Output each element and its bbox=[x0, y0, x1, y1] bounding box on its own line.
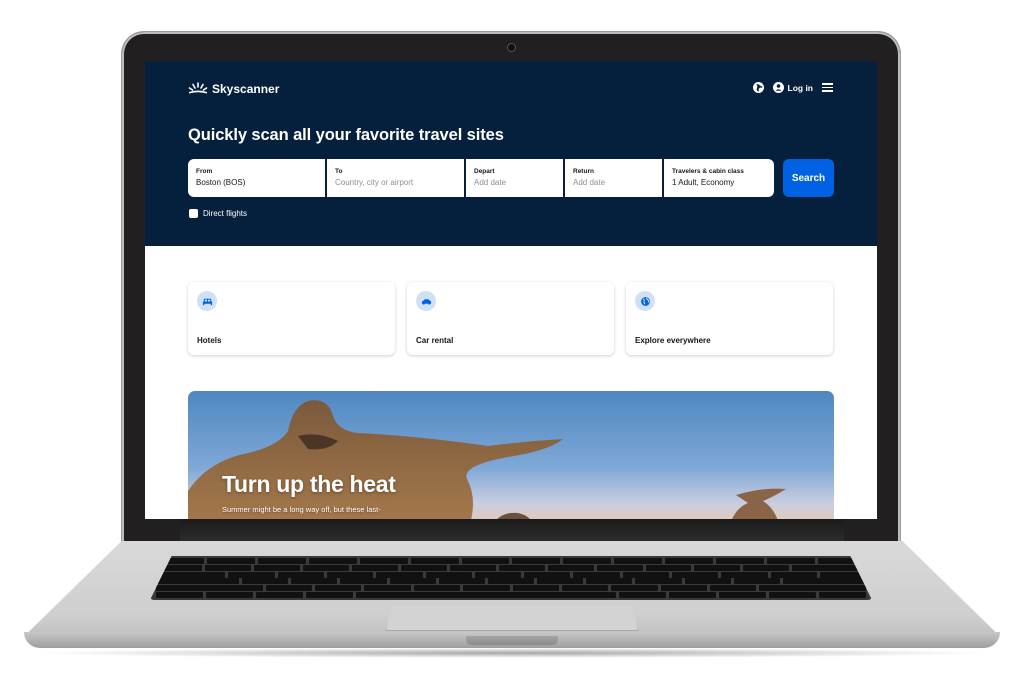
browser-screen: Skyscanner Log in Quickly scan all your … bbox=[145, 61, 877, 519]
trackpad bbox=[386, 606, 638, 631]
login-button[interactable]: Log in bbox=[772, 82, 814, 93]
return-date-field[interactable]: Return Add date bbox=[565, 159, 662, 197]
depart-date-field[interactable]: Depart Add date bbox=[466, 159, 563, 197]
travelers-cabin-field[interactable]: Travelers & cabin class 1 Adult, Economy bbox=[664, 159, 774, 197]
keyboard-row bbox=[150, 585, 872, 592]
sunrise-logo-icon bbox=[188, 82, 208, 94]
promo-subtitle: Summer might be a long way off, but thes… bbox=[222, 505, 381, 514]
return-placeholder: Add date bbox=[573, 178, 606, 187]
promo-title: Turn up the heat bbox=[222, 471, 396, 497]
keyboard-row bbox=[150, 578, 872, 585]
card-label: Hotels bbox=[197, 336, 222, 345]
from-label: From bbox=[196, 168, 213, 175]
depart-label: Depart bbox=[474, 168, 495, 175]
laptop-notch bbox=[466, 636, 558, 645]
card-label: Explore everywhere bbox=[635, 336, 711, 345]
bed-icon bbox=[197, 291, 217, 311]
from-value: Boston (BOS) bbox=[196, 178, 246, 187]
header-actions: Log in bbox=[752, 82, 833, 93]
product-cards: Hotels Car rental Explore everywhere bbox=[188, 282, 833, 355]
brand-logo[interactable]: Skyscanner bbox=[188, 82, 279, 96]
laptop-shadow bbox=[30, 648, 994, 658]
card-explore-everywhere[interactable]: Explore everywhere bbox=[626, 282, 833, 355]
hamburger-menu-icon[interactable] bbox=[822, 83, 833, 92]
flight-search-form: From Boston (BOS) To Country, city or ai… bbox=[188, 159, 774, 197]
page-headline: Quickly scan all your favorite travel si… bbox=[188, 126, 504, 144]
from-field[interactable]: From Boston (BOS) bbox=[188, 159, 325, 197]
keyboard-row bbox=[150, 564, 872, 571]
car-icon bbox=[416, 291, 436, 311]
keyboard bbox=[150, 556, 872, 600]
webcam bbox=[507, 43, 516, 52]
card-hotels[interactable]: Hotels bbox=[188, 282, 395, 355]
globe-icon bbox=[635, 291, 655, 311]
hoodoo-rock-photo bbox=[188, 400, 786, 519]
to-label: To bbox=[335, 168, 343, 175]
keyboard-row bbox=[150, 558, 872, 564]
travelers-value: 1 Adult, Economy bbox=[672, 178, 735, 187]
direct-flights-checkbox[interactable] bbox=[189, 209, 198, 218]
return-label: Return bbox=[573, 168, 594, 175]
search-button[interactable]: Search bbox=[783, 159, 834, 197]
to-field[interactable]: To Country, city or airport bbox=[327, 159, 464, 197]
brand-name: Skyscanner bbox=[212, 82, 280, 96]
user-circle-icon bbox=[772, 82, 784, 93]
promo-banner[interactable]: Turn up the heat Summer might be a long … bbox=[188, 391, 834, 519]
depart-placeholder: Add date bbox=[474, 178, 507, 187]
card-label: Car rental bbox=[416, 336, 454, 345]
login-label: Log in bbox=[787, 82, 814, 93]
to-placeholder: Country, city or airport bbox=[335, 178, 414, 187]
direct-flights-option[interactable]: Direct flights bbox=[189, 209, 247, 218]
laptop-hinge bbox=[180, 519, 844, 541]
globe-icon[interactable] bbox=[752, 82, 764, 93]
card-car-rental[interactable]: Car rental bbox=[407, 282, 614, 355]
travelers-label: Travelers & cabin class bbox=[672, 168, 744, 175]
direct-flights-label: Direct flights bbox=[203, 209, 248, 218]
hero-section: Skyscanner Log in Quickly scan all your … bbox=[145, 61, 877, 246]
keyboard-row bbox=[150, 571, 872, 578]
keyboard-row bbox=[150, 591, 872, 598]
